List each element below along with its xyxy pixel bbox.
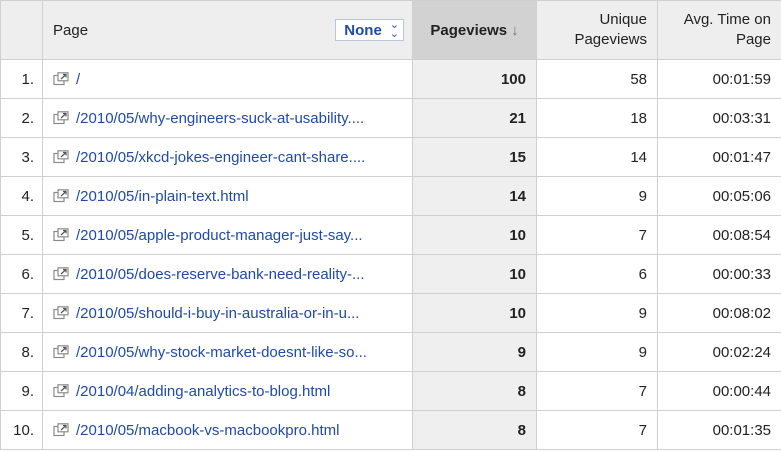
table-row: 2. /2010/05/why-engineers-suck-at-usabili… [0, 98, 781, 138]
open-external-icon[interactable] [53, 305, 69, 320]
table-row: 9. /2010/04/adding-analytics-to-blog.html… [0, 371, 781, 411]
pageviews-cell: 10 [412, 254, 537, 294]
row-index: 4. [0, 176, 43, 216]
unique-pageviews-cell: 7 [536, 410, 658, 450]
unique-pageviews-cell: 6 [536, 254, 658, 294]
pageviews-cell: 10 [412, 215, 537, 255]
avg-time-cell: 00:01:59 [657, 59, 781, 99]
row-index: 7. [0, 293, 43, 333]
open-external-icon[interactable] [53, 422, 69, 437]
table-row: 4. /2010/05/in-plain-text.html 14 9 00:05:06 [0, 176, 781, 216]
avg-time-cell: 00:02:24 [657, 332, 781, 372]
page-link[interactable]: /2010/05/in-plain-text.html [76, 188, 249, 205]
pageviews-cell: 21 [412, 98, 537, 138]
table-row: 6. /2010/05/does-reserve-bank-need-realit… [0, 254, 781, 294]
pageviews-cell: 9 [412, 332, 537, 372]
table-header-row: Page None ⌄ ⌄ Pageviews ↓ Unique Pageviews… [0, 0, 781, 60]
table-row: 3. /2010/05/xkcd-jokes-engineer-cant-shar… [0, 137, 781, 177]
avg-time-cell: 00:08:54 [657, 215, 781, 255]
page-link[interactable]: /2010/04/adding-analytics-to-blog.html [76, 383, 330, 400]
page-link[interactable]: /2010/05/should-i-buy-in-australia-or-in… [76, 305, 359, 322]
unique-pageviews-label-line1: Unique [599, 11, 647, 28]
avg-time-label-line1: Avg. Time on [683, 11, 771, 28]
row-index: 6. [0, 254, 43, 294]
avg-time-cell: 00:00:33 [657, 254, 781, 294]
pageviews-cell: 10 [412, 293, 537, 333]
table-row: 7. /2010/05/should-i-buy-in-australia-or-… [0, 293, 781, 333]
avg-time-cell: 00:00:44 [657, 371, 781, 411]
unique-pageviews-label-line2: Pageviews [574, 31, 647, 48]
page-cell: /2010/05/why-engineers-suck-at-usability… [42, 98, 413, 138]
unique-pageviews-cell: 14 [536, 137, 658, 177]
page-link[interactable]: /2010/05/xkcd-jokes-engineer-cant-share.… [76, 149, 365, 166]
row-index: 9. [0, 371, 43, 411]
page-column-header: Page None ⌄ ⌄ [42, 0, 413, 60]
page-cell: / [42, 59, 413, 99]
page-cell: /2010/05/does-reserve-bank-need-reality-… [42, 254, 413, 294]
pageviews-column-label: Pageviews [430, 21, 508, 39]
open-external-icon[interactable] [53, 110, 69, 125]
table-row: 5. /2010/05/apple-product-manager-just-sa… [0, 215, 781, 255]
row-index: 10. [0, 410, 43, 450]
open-external-icon[interactable] [53, 188, 69, 203]
open-external-icon[interactable] [53, 149, 69, 164]
page-cell: /2010/05/xkcd-jokes-engineer-cant-share.… [42, 137, 413, 177]
index-column-header [0, 0, 43, 60]
page-cell: /2010/05/macbook-vs-macbookpro.html [42, 410, 413, 450]
avg-time-cell: 00:01:35 [657, 410, 781, 450]
page-cell: /2010/05/in-plain-text.html [42, 176, 413, 216]
pages-report-table: Page None ⌄ ⌄ Pageviews ↓ Unique Pageviews… [0, 0, 781, 450]
avg-time-cell: 00:05:06 [657, 176, 781, 216]
page-link[interactable]: /2010/05/why-engineers-suck-at-usability… [76, 110, 364, 127]
row-index: 3. [0, 137, 43, 177]
row-index: 5. [0, 215, 43, 255]
unique-pageviews-cell: 58 [536, 59, 658, 99]
page-cell: /2010/05/should-i-buy-in-australia-or-in… [42, 293, 413, 333]
page-link[interactable]: /2010/05/why-stock-market-doesnt-like-so… [76, 344, 367, 361]
unique-pageviews-cell: 9 [536, 332, 658, 372]
unique-pageviews-cell: 9 [536, 293, 658, 333]
page-link[interactable]: /2010/05/does-reserve-bank-need-reality-… [76, 266, 365, 283]
open-external-icon[interactable] [53, 383, 69, 398]
avg-time-column-header[interactable]: Avg. Time on Page [657, 0, 781, 60]
table-row: 10. /2010/05/macbook-vs-macbookpro.html 8 7… [0, 410, 781, 450]
row-index: 2. [0, 98, 43, 138]
avg-time-cell: 00:01:47 [657, 137, 781, 177]
page-column-label: Page [53, 21, 89, 39]
page-link[interactable]: /2010/05/macbook-vs-macbookpro.html [76, 422, 339, 439]
row-index: 8. [0, 332, 43, 372]
page-cell: /2010/05/apple-product-manager-just-say.… [42, 215, 413, 255]
table-row: 1. / 100 58 00:01:59 [0, 59, 781, 99]
page-link[interactable]: /2010/05/apple-product-manager-just-say.… [76, 227, 363, 244]
pageviews-cell: 100 [412, 59, 537, 99]
pageviews-cell: 15 [412, 137, 537, 177]
unique-pageviews-cell: 7 [536, 215, 658, 255]
double-chevron-down-icon: ⌄ ⌄ [389, 19, 399, 40]
pageviews-cell: 8 [412, 410, 537, 450]
sort-descending-icon: ↓ [511, 21, 519, 39]
row-index: 1. [0, 59, 43, 99]
secondary-dimension-value: None [344, 21, 382, 39]
page-cell: /2010/04/adding-analytics-to-blog.html [42, 371, 413, 411]
unique-pageviews-cell: 9 [536, 176, 658, 216]
page-link[interactable]: / [76, 71, 80, 88]
pageviews-cell: 8 [412, 371, 537, 411]
unique-pageviews-cell: 7 [536, 371, 658, 411]
avg-time-label-line2: Page [735, 31, 771, 48]
pageviews-cell: 14 [412, 176, 537, 216]
open-external-icon[interactable] [53, 71, 69, 86]
pageviews-column-header[interactable]: Pageviews ↓ [412, 0, 537, 60]
unique-pageviews-column-header[interactable]: Unique Pageviews [536, 0, 658, 60]
avg-time-cell: 00:08:02 [657, 293, 781, 333]
unique-pageviews-cell: 18 [536, 98, 658, 138]
page-cell: /2010/05/why-stock-market-doesnt-like-so… [42, 332, 413, 372]
open-external-icon[interactable] [53, 344, 69, 359]
open-external-icon[interactable] [53, 266, 69, 281]
open-external-icon[interactable] [53, 227, 69, 242]
secondary-dimension-select[interactable]: None ⌄ ⌄ [335, 19, 404, 41]
table-row: 8. /2010/05/why-stock-market-doesnt-like-… [0, 332, 781, 372]
avg-time-cell: 00:03:31 [657, 98, 781, 138]
